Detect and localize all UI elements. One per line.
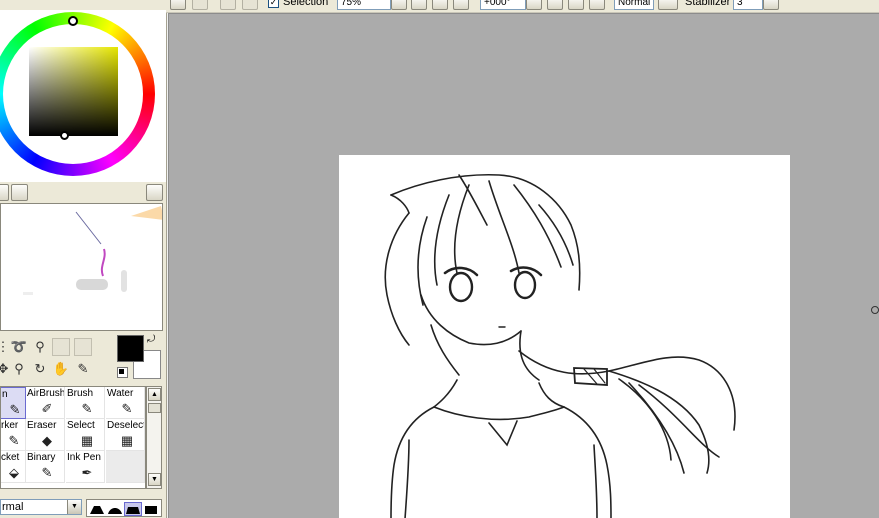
- navigator-preview[interactable]: [0, 203, 163, 331]
- stabilizer-dropdown-icon[interactable]: [763, 0, 779, 10]
- rotate-left-icon[interactable]: [547, 0, 563, 10]
- drawing-canvas[interactable]: [339, 155, 790, 518]
- ink-pen-icon: ✒: [81, 465, 93, 480]
- view-mode-select[interactable]: Normal: [614, 0, 654, 10]
- blend-mode-select[interactable]: rmal ▼: [0, 499, 82, 515]
- zoom-field[interactable]: 75%: [337, 0, 391, 10]
- brush-cell[interactable]: rker ✎: [1, 419, 26, 451]
- brush-cell[interactable]: cket ⬙: [1, 451, 26, 483]
- binary-icon: ✎: [41, 465, 53, 480]
- redo-icon[interactable]: [192, 0, 208, 10]
- rotation-field[interactable]: +000°: [480, 0, 526, 10]
- shape-soft-icon[interactable]: [107, 503, 123, 515]
- zoom-icon[interactable]: ⚲: [10, 360, 28, 378]
- deselect-icon[interactable]: [220, 0, 236, 10]
- scroll-up-icon[interactable]: ▲: [148, 388, 161, 401]
- zoom-reset-icon[interactable]: [453, 0, 469, 10]
- marker-icon: ✎: [8, 433, 20, 448]
- scroll-down-icon[interactable]: ▼: [148, 473, 161, 486]
- brush-cell[interactable]: n ✎: [1, 387, 26, 419]
- panel-left-button[interactable]: [0, 184, 9, 201]
- brush-cell[interactable]: Brush ✎: [66, 387, 105, 419]
- flip-icon[interactable]: [658, 0, 678, 10]
- undo-icon[interactable]: [170, 0, 186, 10]
- left-panel: ⋮ ➰ ⚲ ✥ ⚲ ↻ ✋ ✎ ⤾ n ✎ AirBrush ✐ Brush ✎…: [0, 10, 167, 518]
- lasso-icon[interactable]: ➰: [10, 338, 28, 356]
- brush-cell[interactable]: Water ✎: [106, 387, 145, 419]
- canvas-pivot-handle[interactable]: [871, 306, 879, 314]
- rotation-dropdown-icon[interactable]: [526, 0, 542, 10]
- brush-icon: ✎: [81, 401, 93, 416]
- color-wheel-panel: [0, 10, 166, 194]
- hue-marker[interactable]: [68, 16, 78, 26]
- selection-label: Selection: [283, 0, 329, 8]
- shape-flat-icon[interactable]: [143, 503, 159, 515]
- zoom-out-icon[interactable]: [411, 0, 427, 10]
- color-panel-toolbar: [0, 182, 166, 202]
- canvas-area[interactable]: [168, 13, 879, 518]
- scroll-thumb[interactable]: [148, 403, 161, 413]
- rotation-reset-icon[interactable]: [589, 0, 605, 10]
- reset-colors-icon[interactable]: [117, 367, 128, 378]
- pen-icon: ✎: [9, 402, 21, 417]
- selection-checkbox[interactable]: ✓: [268, 0, 279, 8]
- panel-return-icon[interactable]: [11, 184, 28, 201]
- eyedropper-icon[interactable]: ✎: [74, 360, 92, 378]
- navigator-thumbnail: [23, 206, 162, 295]
- bucket-icon: ⬙: [9, 465, 19, 480]
- airbrush-icon: ✐: [41, 401, 53, 416]
- tool-palette: ⋮ ➰ ⚲ ✥ ⚲ ↻ ✋ ✎: [0, 336, 110, 376]
- panel-expand-icon[interactable]: [146, 184, 163, 201]
- magic-wand-icon[interactable]: ⚲: [31, 338, 49, 356]
- invert-selection-icon[interactable]: [242, 0, 258, 10]
- brush-cell[interactable]: Ink Pen ✒: [66, 451, 105, 483]
- water-icon: ✎: [121, 401, 133, 416]
- brush-cell[interactable]: Deselect ▦: [106, 419, 145, 451]
- sv-marker[interactable]: [60, 131, 69, 140]
- eraser-icon: ◆: [42, 433, 52, 448]
- zoom-dropdown-icon[interactable]: [391, 0, 407, 10]
- empty-tool-slot: [52, 338, 70, 356]
- brush-cell[interactable]: Select ▦: [66, 419, 105, 451]
- brush-cell[interactable]: Eraser ◆: [26, 419, 65, 451]
- foreground-color-swatch[interactable]: [117, 335, 144, 362]
- hand-icon[interactable]: ✋: [52, 360, 70, 378]
- shape-hard-icon[interactable]: [89, 503, 105, 515]
- select-icon: ▦: [80, 433, 94, 448]
- brush-cell[interactable]: AirBrush ✐: [26, 387, 65, 419]
- rotate-icon[interactable]: ↻: [31, 360, 49, 378]
- brush-cell-empty[interactable]: [106, 451, 145, 483]
- stabilizer-select[interactable]: 3: [733, 0, 763, 10]
- sketch-drawing: [384, 173, 736, 518]
- chevron-down-icon: ▼: [67, 500, 81, 514]
- stabilizer-label: Stabilizer: [685, 0, 731, 8]
- swap-colors-icon[interactable]: ⤾: [147, 334, 155, 345]
- rotate-right-icon[interactable]: [568, 0, 584, 10]
- brush-grid-scrollbar[interactable]: ▲ ▼: [146, 386, 162, 489]
- brush-tool-grid: n ✎ AirBrush ✐ Brush ✎ Water ✎ rker ✎ Er…: [0, 386, 146, 489]
- saturation-value-square[interactable]: [29, 47, 118, 136]
- deselect-icon: ▦: [120, 433, 134, 448]
- brush-shape-group: [86, 499, 162, 517]
- shape-medium-icon[interactable]: [124, 502, 142, 516]
- empty-tool-slot: [74, 338, 92, 356]
- zoom-in-icon[interactable]: [432, 0, 448, 10]
- brush-cell[interactable]: Binary ✎: [26, 451, 65, 483]
